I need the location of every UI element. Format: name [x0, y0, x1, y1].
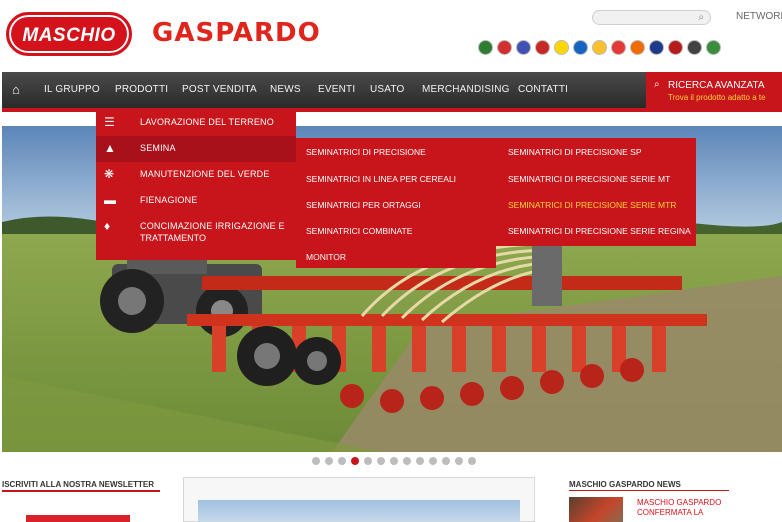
news-thumbnail[interactable]	[569, 497, 623, 522]
menu-item-semina[interactable]: ▲ SEMINA	[96, 136, 296, 162]
products-dropdown: ☰ LAVORAZIONE DEL TERRENO ▲ SEMINA ❋ MAN…	[96, 110, 296, 260]
slider-dot[interactable]	[416, 457, 424, 465]
grass-icon: ❋	[104, 167, 115, 181]
advanced-search-sublabel: Trova il prodotto adatto a te	[668, 93, 766, 102]
slider-dot[interactable]	[390, 457, 398, 465]
language-flag-icon[interactable]	[535, 40, 550, 55]
newsletter-underline	[2, 490, 160, 492]
slider-dot[interactable]	[364, 457, 372, 465]
menu-item-label: CONCIMAZIONE IRRIGAZIONE E	[140, 221, 285, 231]
submenu-item[interactable]: MONITOR	[306, 252, 346, 262]
nav-item-il-gruppo[interactable]: IL GRUPPO	[44, 84, 100, 95]
drop-icon: ♦	[104, 219, 111, 233]
submenu-item[interactable]: SEMINATRICI PER ORTAGGI	[306, 200, 421, 210]
language-flag-icon[interactable]	[573, 40, 588, 55]
slider-dot[interactable]	[442, 457, 450, 465]
page: MASCHIO GASPARDO ⌕ NETWORK ⌂ IL GRUPPO P…	[0, 0, 782, 522]
search-icon: ⌕	[654, 79, 660, 90]
menu-item-label: SEMINA	[140, 143, 176, 153]
nav-item-contatti[interactable]: CONTATTI	[518, 84, 568, 95]
nav-item-prodotti[interactable]: PRODOTTI	[115, 84, 168, 95]
language-flag-icon[interactable]	[630, 40, 645, 55]
menu-item-label: FIENAGIONE	[140, 195, 198, 205]
menu-item-label: LAVORAZIONE DEL TERRENO	[140, 117, 274, 127]
network-link[interactable]: NETWORK	[736, 11, 782, 22]
gaspardo-wordmark[interactable]: GASPARDO	[152, 18, 321, 48]
slider-dot[interactable]	[312, 457, 320, 465]
advanced-search-label: RICERCA AVANZATA	[668, 80, 765, 91]
menu-item-manutenzione[interactable]: ❋ MANUTENZIONE DEL VERDE	[96, 162, 296, 188]
tillage-icon: ☰	[104, 115, 115, 129]
news-heading: MASCHIO GASPARDO NEWS	[569, 480, 681, 489]
semina-submenu: SEMINATRICI DI PRECISIONE SEMINATRICI IN…	[296, 138, 496, 268]
nav-item-post-vendita[interactable]: POST VENDITA	[182, 84, 257, 95]
search-icon[interactable]: ⌕	[698, 12, 704, 23]
menu-item-label: MANUTENZIONE DEL VERDE	[140, 169, 270, 179]
submenu-item[interactable]: SEMINATRICI DI PRECISIONE SP	[508, 147, 642, 157]
seed-icon: ▲	[104, 141, 116, 155]
language-flag-icon[interactable]	[592, 40, 607, 55]
language-flag-icon[interactable]	[497, 40, 512, 55]
slider-dot[interactable]	[468, 457, 476, 465]
language-flag-icon[interactable]	[668, 40, 683, 55]
slider-dot[interactable]	[403, 457, 411, 465]
home-icon[interactable]: ⌂	[12, 82, 20, 97]
submenu-item[interactable]: SEMINATRICI DI PRECISIONE	[306, 147, 426, 157]
news-item-text[interactable]: MASCHIO GASPARDO CONFERMATA LA	[637, 498, 721, 518]
slider-pagination	[312, 457, 476, 465]
submenu-item-highlighted[interactable]: SEMINATRICI DI PRECISIONE SERIE MTR	[508, 200, 676, 210]
submenu-item[interactable]: SEMINATRICI DI PRECISIONE SERIE MT	[508, 174, 670, 184]
logo-text: MASCHIO	[22, 25, 116, 46]
slider-dot[interactable]	[338, 457, 346, 465]
language-flag-icon[interactable]	[554, 40, 569, 55]
submenu-item[interactable]: SEMINATRICI COMBINATE	[306, 226, 412, 236]
menu-item-label-line2: TRATTAMENTO	[140, 233, 206, 243]
language-flag-icon[interactable]	[516, 40, 531, 55]
slider-dot[interactable]	[455, 457, 463, 465]
submenu-item[interactable]: SEMINATRICI DI PRECISIONE SERIE REGINA	[508, 226, 691, 236]
menu-item-concimazione[interactable]: ♦ CONCIMAZIONE IRRIGAZIONE E TRATTAMENTO	[96, 214, 296, 254]
news-underline	[569, 490, 729, 491]
maschio-logo[interactable]: MASCHIO	[6, 12, 132, 56]
slider-dot[interactable]	[325, 457, 333, 465]
news-item-line2: CONFERMATA LA	[637, 508, 704, 517]
news-item-line1: MASCHIO GASPARDO	[637, 498, 722, 507]
featured-image[interactable]	[198, 500, 520, 522]
language-flag-icon[interactable]	[478, 40, 493, 55]
nav-item-merchandising[interactable]: MERCHANDISING	[422, 84, 510, 95]
newsletter-heading: ISCRIVITI ALLA NOSTRA NEWSLETTER	[2, 480, 154, 489]
language-flag-icon[interactable]	[611, 40, 626, 55]
precisione-submenu: SEMINATRICI DI PRECISIONE SP SEMINATRICI…	[496, 138, 696, 246]
nav-item-eventi[interactable]: EVENTI	[318, 84, 355, 95]
slider-dot[interactable]	[351, 457, 359, 465]
language-flag-icon[interactable]	[706, 40, 721, 55]
language-flags	[478, 40, 721, 55]
nav-item-news[interactable]: NEWS	[270, 84, 301, 95]
slider-dot[interactable]	[377, 457, 385, 465]
language-flag-icon[interactable]	[649, 40, 664, 55]
hay-icon: ▬	[104, 193, 116, 207]
submenu-item[interactable]: SEMINATRICI IN LINEA PER CEREALI	[306, 174, 456, 184]
language-flag-icon[interactable]	[687, 40, 702, 55]
menu-item-fienagione[interactable]: ▬ FIENAGIONE	[96, 188, 296, 214]
slider-dot[interactable]	[429, 457, 437, 465]
search-input[interactable]: ⌕	[592, 10, 711, 25]
newsletter-button[interactable]	[26, 515, 130, 522]
advanced-search-button[interactable]: ⌕ RICERCA AVANZATA Trova il prodotto ada…	[646, 72, 782, 108]
nav-item-usato[interactable]: USATO	[370, 84, 405, 95]
menu-item-lavorazione[interactable]: ☰ LAVORAZIONE DEL TERRENO	[96, 110, 296, 136]
